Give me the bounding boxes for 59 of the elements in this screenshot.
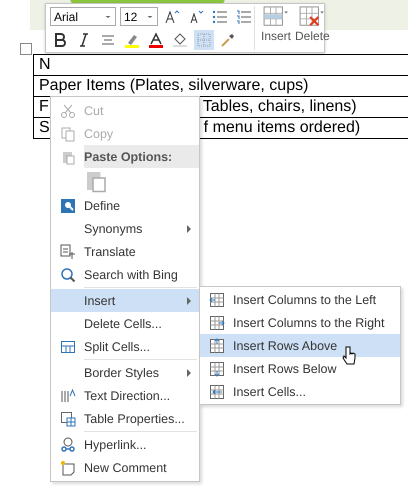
menu-item[interactable]: Translate xyxy=(51,240,199,263)
menu-item[interactable]: Hyperlink... xyxy=(51,433,199,456)
menu-item[interactable]: New Comment xyxy=(51,456,199,479)
menu-item[interactable]: Table Properties... xyxy=(51,407,199,430)
insert-cells-icon xyxy=(208,384,224,400)
submenu-arrow-icon xyxy=(187,297,191,305)
table-cell-text: Tables, chairs, linens) xyxy=(202,98,357,116)
delete-button[interactable]: Delete xyxy=(295,6,330,50)
translate-icon xyxy=(60,244,76,260)
menu-item[interactable]: Search with Bing xyxy=(51,263,199,286)
font-color-icon[interactable] xyxy=(148,32,164,48)
menu-item[interactable]: Define xyxy=(51,194,199,217)
insert-button[interactable]: Insert xyxy=(261,6,292,50)
table-cell-text: Paper Items (Plates, silverware, cups) xyxy=(39,77,308,95)
font-name-field[interactable]: Arial xyxy=(50,7,116,26)
table-cell-text: F xyxy=(39,98,49,116)
insert-column-right-icon xyxy=(208,314,224,330)
insert-row-below-icon xyxy=(208,360,224,376)
mouse-pointer-icon xyxy=(342,346,356,366)
table-cell-text: S xyxy=(39,119,50,137)
menu-item[interactable]: Insert Cells... xyxy=(200,380,400,403)
link-icon xyxy=(60,436,76,452)
insert-row-above-icon xyxy=(208,338,224,354)
grow-font-icon[interactable] xyxy=(164,8,180,24)
insert-table-icon xyxy=(263,6,289,28)
table-cell-text: f menu items ordered) xyxy=(204,119,360,137)
numbering-icon[interactable] xyxy=(236,8,252,24)
submenu-arrow-icon xyxy=(187,225,191,233)
bullets-icon[interactable] xyxy=(212,8,228,24)
font-size-field[interactable]: 12 xyxy=(120,7,158,26)
new-comment-icon xyxy=(60,460,76,476)
book-search-icon xyxy=(60,198,76,214)
menu-section-header: Paste Options: xyxy=(84,145,199,168)
menu-item[interactable]: Border Styles xyxy=(51,361,199,384)
bold-icon[interactable] xyxy=(52,32,68,48)
split-cells-icon xyxy=(60,338,76,354)
table-move-handle[interactable] xyxy=(20,43,32,55)
table-cell-text: N xyxy=(39,56,51,74)
paint-bucket-icon[interactable] xyxy=(172,32,188,48)
scissors-icon xyxy=(60,102,76,118)
text-direction-icon xyxy=(60,388,76,404)
borders-button[interactable] xyxy=(194,30,214,50)
web-search-icon xyxy=(60,266,76,282)
shrink-font-icon[interactable] xyxy=(188,8,204,24)
menu-item[interactable]: Insert xyxy=(51,289,199,312)
borders-icon xyxy=(196,32,212,48)
format-painter-icon[interactable] xyxy=(220,32,236,48)
menu-item[interactable]: Insert Rows Below xyxy=(200,357,400,380)
insert-column-left-icon xyxy=(208,292,224,308)
menu-item[interactable]: Delete Cells... xyxy=(51,312,199,335)
menu-item[interactable]: Insert Columns to the Left xyxy=(200,288,400,311)
menu-item[interactable]: Split Cells... xyxy=(51,335,199,358)
table-properties-icon xyxy=(60,410,76,426)
menu-item[interactable]: Synonyms xyxy=(51,217,199,240)
menu-item[interactable]: Insert Rows Above xyxy=(200,334,400,357)
menu-item[interactable]: Insert Columns to the Right xyxy=(200,311,400,334)
copy-icon xyxy=(60,126,76,142)
menu-item[interactable]: Text Direction... xyxy=(51,384,199,407)
submenu-arrow-icon xyxy=(187,369,191,377)
